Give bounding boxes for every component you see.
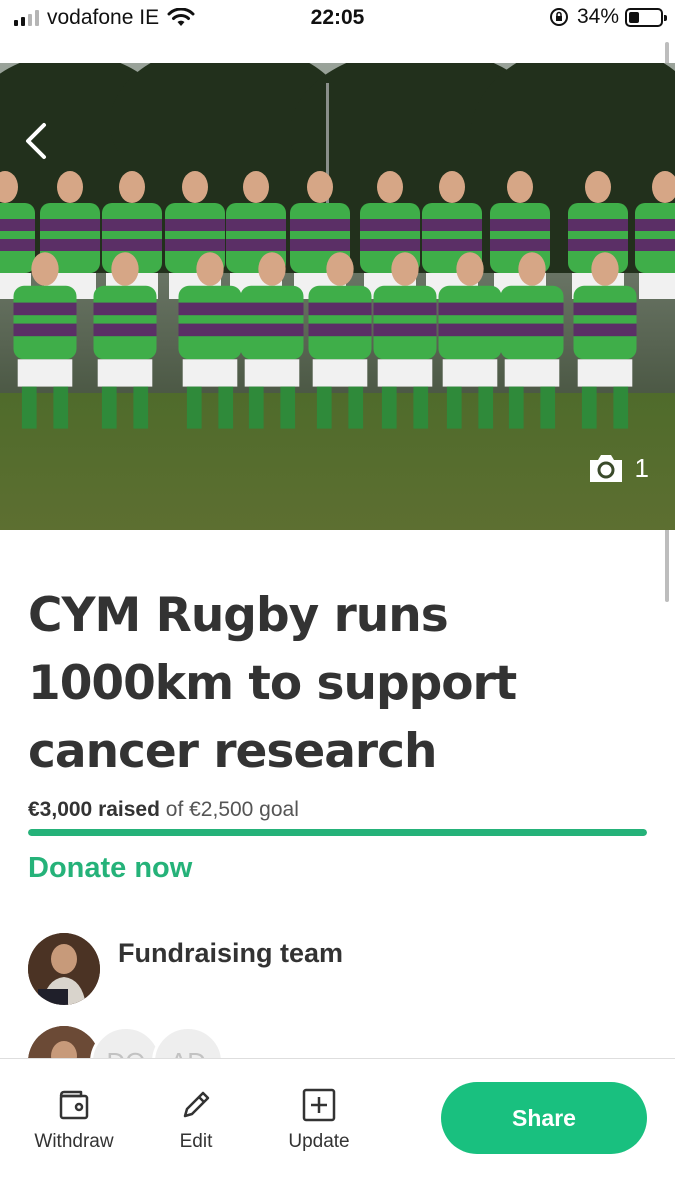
share-button[interactable]: Share (441, 1082, 647, 1154)
photo-count-number: 1 (634, 452, 649, 483)
withdraw-button[interactable]: Withdraw (30, 1087, 118, 1153)
battery-percent: 34% (576, 5, 619, 28)
campaign-title: CYM Rugby runs 1000km to support cancer … (28, 588, 517, 779)
plus-square-icon (302, 1088, 336, 1122)
raised-amount: €3,000 raised (28, 798, 160, 821)
team-photo (0, 63, 675, 530)
progress-bar (28, 829, 647, 836)
goal-text: of €2,500 goal (159, 798, 299, 821)
progress-fill (28, 829, 647, 836)
status-bar: vodafone IE 22:05 34% (0, 0, 675, 38)
screen: vodafone IE 22:05 34% 1 CYM Rugby runs 1… (0, 0, 675, 1200)
bottom-action-bar: Withdraw Edit Update Share (0, 1058, 675, 1200)
pencil-icon (183, 1091, 210, 1118)
fundraising-team-heading[interactable]: Fundraising team (118, 938, 343, 969)
update-button[interactable]: Update (282, 1087, 356, 1153)
edit-label: Edit (179, 1131, 213, 1152)
rotation-lock-icon (549, 8, 568, 26)
camera-icon (589, 455, 622, 482)
wallet-icon (59, 1090, 89, 1120)
withdraw-label: Withdraw (34, 1131, 114, 1152)
update-label: Update (288, 1131, 350, 1152)
photo-count[interactable]: 1 (587, 451, 649, 485)
back-arrow-icon[interactable] (20, 121, 54, 161)
donate-now-link[interactable]: Donate now (28, 852, 192, 885)
battery-icon (625, 7, 667, 27)
raised-summary: €3,000 raised of €2,500 goal (28, 798, 299, 822)
edit-button[interactable]: Edit (168, 1087, 224, 1153)
team-avatar[interactable] (28, 933, 100, 1005)
hero-image[interactable]: 1 (0, 63, 675, 530)
status-right: 34% (549, 5, 667, 29)
